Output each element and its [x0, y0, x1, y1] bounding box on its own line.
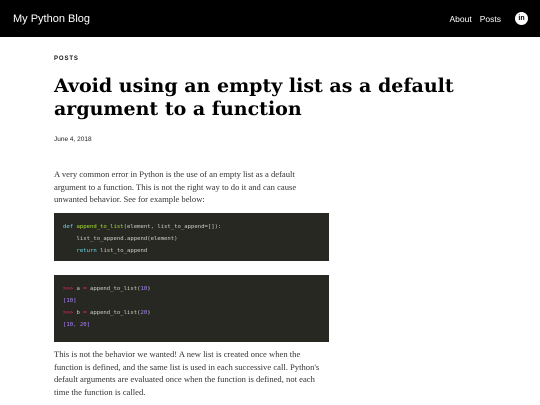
repl-output: [10, 20] [63, 322, 90, 328]
nav-link-about[interactable]: About [450, 14, 472, 24]
repl-prompt: >>> [63, 286, 74, 292]
code-keyword-def: def [63, 224, 74, 230]
code-keyword-return: return [76, 248, 97, 254]
repl-output: [10] [63, 298, 77, 304]
code-return-value: list_to_append [96, 248, 148, 254]
code-append-line: list_to_append.append(element) [76, 236, 178, 242]
repl-prompt: >>> [63, 310, 74, 316]
code-function-name: append_to_list [76, 224, 124, 230]
repl-call: append_to_list( [86, 310, 141, 316]
code-block-function: def append_to_list(element, list_to_appe… [54, 213, 329, 261]
code-block-repl: >>> a = append_to_list(10) [10] >>> b = … [54, 275, 329, 342]
explanation-paragraph: This is not the behavior we wanted! A ne… [54, 349, 320, 397]
post-date: June 4, 2018 [54, 136, 92, 143]
repl-close: ) [147, 286, 151, 292]
linkedin-icon[interactable]: in [515, 12, 528, 25]
repl-call: append_to_list( [86, 286, 141, 292]
code-signature: (element, list_to_append=[]): [123, 224, 222, 230]
nav-links: About Posts in [442, 12, 528, 25]
post-title: Avoid using an empty list as a default a… [54, 75, 454, 120]
repl-var: b [73, 310, 84, 316]
top-navbar: My Python Blog About Posts in [0, 0, 540, 37]
intro-paragraph: A very common error in Python is the use… [54, 169, 297, 204]
repl-close: ) [147, 310, 151, 316]
nav-link-posts[interactable]: Posts [480, 14, 501, 24]
repl-var: a [73, 286, 84, 292]
linkedin-icon-glyph: in [518, 15, 525, 22]
site-title-link[interactable]: My Python Blog [13, 13, 90, 25]
post-category: POSTS [54, 56, 79, 62]
